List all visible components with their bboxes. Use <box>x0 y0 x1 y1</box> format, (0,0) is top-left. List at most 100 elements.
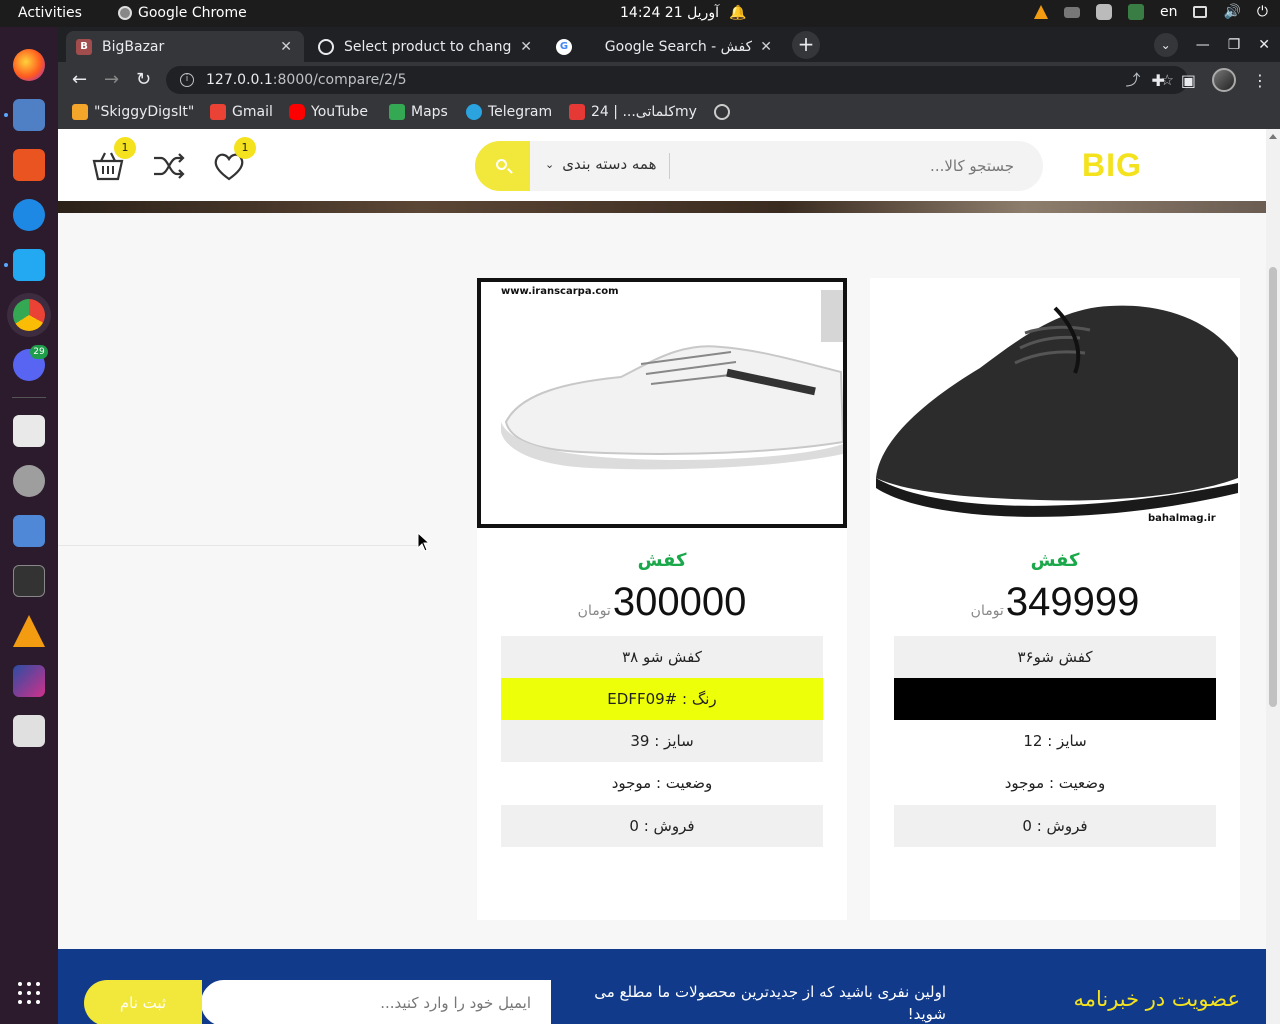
bookmark-telegram[interactable]: Telegram <box>466 104 552 120</box>
page-scrollbar[interactable] <box>1266 129 1280 1024</box>
bookmark-maps[interactable]: Maps <box>389 104 448 120</box>
globe-icon <box>318 38 334 55</box>
profile-avatar[interactable] <box>1212 68 1236 92</box>
product-name[interactable]: کفش <box>477 550 847 571</box>
bookmark-label: YouTube <box>311 104 368 120</box>
discord-tray-icon[interactable] <box>1095 4 1112 20</box>
scroll-up-icon[interactable] <box>1269 134 1277 139</box>
newsletter-email-input[interactable] <box>201 980 551 1024</box>
help-icon[interactable] <box>13 199 45 231</box>
share-icon[interactable]: ⤴ <box>1126 66 1141 94</box>
address-bar[interactable]: i 127.0.0.1 :8000/compare/2/5 ⤴ ☆ <box>166 66 1188 94</box>
vlc-icon[interactable] <box>13 615 45 647</box>
camera-icon[interactable] <box>1063 6 1080 18</box>
restore-button[interactable]: ❐ <box>1228 37 1241 53</box>
telegram-icon <box>466 104 482 120</box>
activities-button[interactable]: Activities <box>18 5 82 21</box>
tab-strip: B BigBazar ✕ Select product to change ✕ … <box>58 27 1280 62</box>
tab-title: Select product to change <box>344 38 513 55</box>
volume-icon[interactable]: 🔊 <box>1223 4 1240 20</box>
vlc-tray-icon[interactable] <box>1033 5 1048 19</box>
site-logo[interactable]: BIG <box>1082 147 1142 184</box>
tab-bigbazar[interactable]: B BigBazar ✕ <box>66 31 304 62</box>
clock[interactable]: 14:24 21 آوریل 🔔 <box>620 5 746 21</box>
mouse-cursor-icon <box>417 532 431 552</box>
extensions-icon[interactable]: ✚ <box>1151 71 1164 90</box>
tasks-icon[interactable] <box>13 515 45 547</box>
app-menu[interactable]: Google Chrome <box>118 5 247 21</box>
category-select[interactable]: همه دسته بندی ⌄ <box>545 155 657 173</box>
product-title-row: کفش شو ۳۸ <box>501 636 823 678</box>
chrome-dock-icon[interactable] <box>13 299 45 331</box>
close-window-button[interactable]: ✕ <box>1258 37 1270 53</box>
search-input[interactable] <box>680 151 1028 181</box>
disks-icon[interactable] <box>13 465 45 497</box>
tray-app-icon[interactable] <box>1127 4 1144 20</box>
site-info-icon[interactable]: i <box>180 73 194 87</box>
bookmark-24my[interactable]: کلماتی... | 24my <box>569 104 697 120</box>
power-icon[interactable]: ⏻ <box>1257 4 1268 20</box>
network-icon[interactable] <box>1193 6 1208 18</box>
product-status-row: وضعیت : موجود <box>1004 774 1106 792</box>
site-header: BIG همه دسته بندی ⌄ 1 1 <box>58 129 1266 201</box>
product-image[interactable]: www.iranscarpa.com <box>477 278 847 528</box>
search-button[interactable] <box>475 141 530 191</box>
compare-empty-column <box>58 213 420 949</box>
new-tab-button[interactable]: + <box>792 31 820 59</box>
product-name[interactable]: کفش <box>870 550 1240 571</box>
newsletter-section: عضویت در خبرنامه اولین نفری باشید که از … <box>58 949 1266 1024</box>
product-price: تومان 300000 <box>477 580 847 625</box>
show-apps-icon[interactable] <box>18 982 40 1004</box>
terminal-icon[interactable] <box>13 565 45 597</box>
hero-banner-edge <box>58 201 1266 213</box>
bookmark-globe[interactable] <box>714 104 730 120</box>
close-tab-icon[interactable]: ✕ <box>520 39 532 55</box>
newsletter-subscribe-button[interactable]: ثبت نام <box>84 980 202 1024</box>
vscode-icon[interactable] <box>13 249 45 281</box>
minimize-button[interactable]: — <box>1196 37 1210 53</box>
trash-icon[interactable] <box>13 715 45 747</box>
cart-badge: 1 <box>114 137 136 159</box>
dock: 29 <box>0 27 58 1024</box>
bookmark-label: کلماتی... | 24my <box>591 104 697 120</box>
maps-icon <box>389 104 405 120</box>
scrollbar-thumb[interactable] <box>1269 267 1277 707</box>
product-image[interactable]: bahalmag.ir <box>870 278 1240 528</box>
24my-icon <box>569 104 585 120</box>
bookmark-youtube[interactable]: YouTube <box>289 104 368 120</box>
watermark-text: bahalmag.ir <box>1148 513 1216 524</box>
tab-search-button[interactable]: ⌄ <box>1153 33 1178 57</box>
product-color-row: رنگ : #EDFF09 <box>501 678 823 720</box>
tab-google-search[interactable]: G Google Search - کفش ✕ <box>546 31 784 62</box>
product-status-row: وضعیت : موجود <box>611 774 713 792</box>
price-value: 300000 <box>612 580 747 624</box>
kali-icon[interactable] <box>13 665 45 697</box>
software-center-icon[interactable] <box>13 149 45 181</box>
google-favicon-icon: G <box>556 38 572 55</box>
document-viewer-icon[interactable] <box>13 415 45 447</box>
close-tab-icon[interactable]: ✕ <box>760 39 772 55</box>
web-page: BIG همه دسته بندی ⌄ 1 1 <box>58 129 1266 1024</box>
close-tab-icon[interactable]: ✕ <box>280 39 292 55</box>
side-panel-icon[interactable]: ▣ <box>1181 71 1196 90</box>
product-card: www.iranscarpa.com کفش تومان 300000 کفش … <box>477 278 847 920</box>
system-top-bar: Activities Google Chrome 14:24 21 آوریل … <box>0 0 1280 27</box>
shuffle-compare-icon[interactable] <box>152 149 186 183</box>
bookmark-label: Gmail <box>232 104 273 120</box>
reload-button[interactable]: ↻ <box>136 70 151 90</box>
bookmark-skiggydigsit[interactable]: "SkiggyDigsIt" <box>72 104 194 120</box>
language-indicator[interactable]: en <box>1160 4 1178 20</box>
files-icon[interactable] <box>13 99 45 131</box>
folder-icon <box>72 104 88 120</box>
firefox-icon[interactable] <box>13 49 45 81</box>
wishlist-badge: 1 <box>234 137 256 159</box>
back-button[interactable]: ← <box>72 70 87 90</box>
product-sales-row: فروش : 0 <box>501 805 823 847</box>
bookmark-label: "SkiggyDigsIt" <box>94 104 195 120</box>
product-card: bahalmag.ir کفش تومان 349999 کفش شو۳۶ سا… <box>870 278 1240 920</box>
forward-button[interactable]: → <box>104 70 119 90</box>
tab-django-admin[interactable]: Select product to change ✕ <box>308 31 544 62</box>
bookmark-gmail[interactable]: Gmail <box>210 104 273 120</box>
system-tray[interactable]: en 🔊 ⏻ <box>1033 4 1268 20</box>
chrome-menu-icon[interactable]: ⋮ <box>1252 71 1268 90</box>
